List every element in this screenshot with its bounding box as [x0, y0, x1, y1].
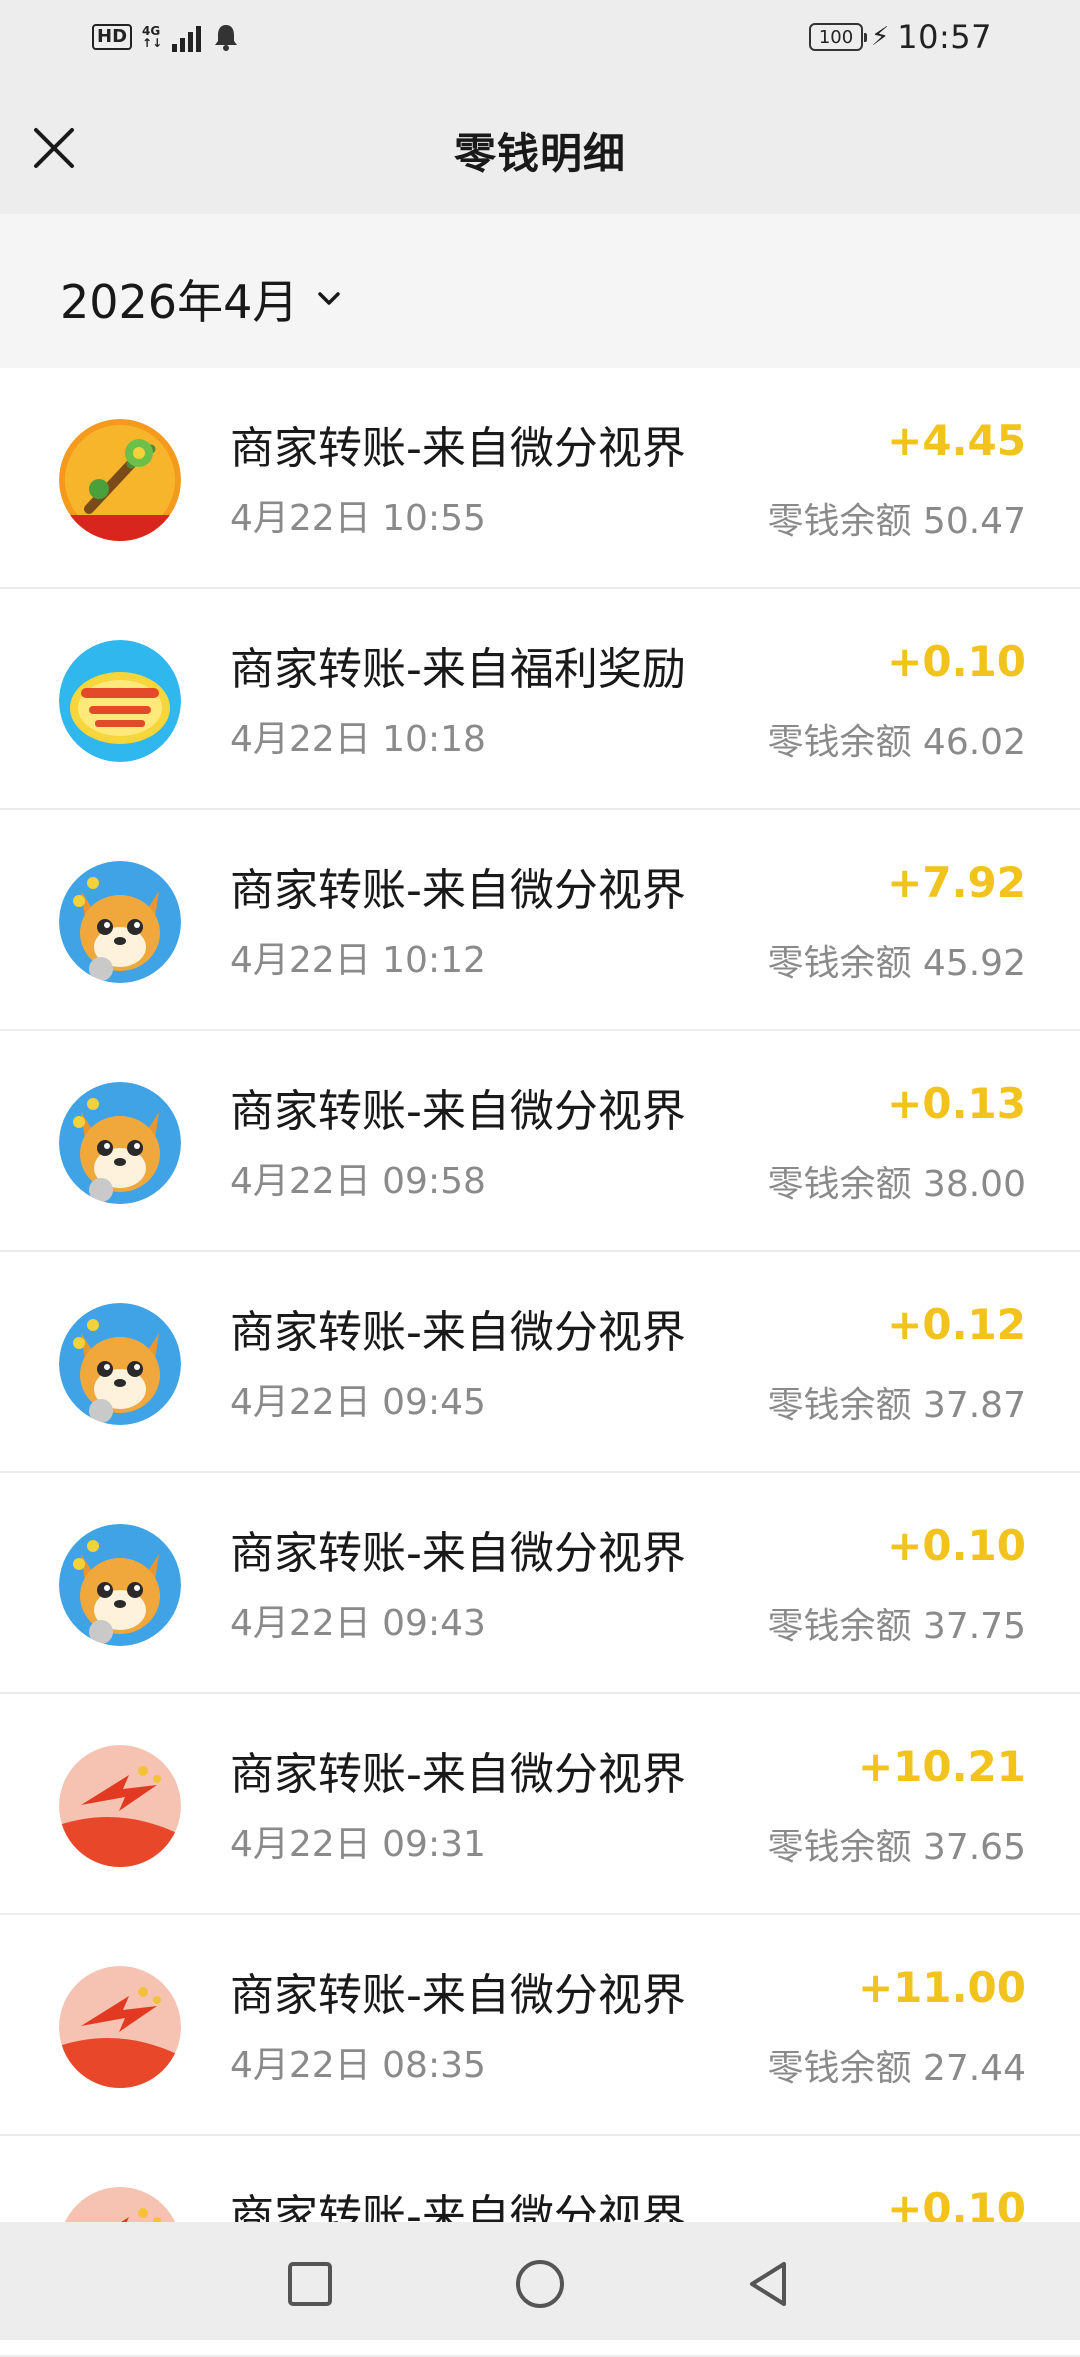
- system-navigation-bar: [0, 2222, 1080, 2340]
- hd-icon: HD: [92, 24, 133, 50]
- yilu-shunfeng-logo-icon: [59, 640, 181, 762]
- transaction-amount: +0.13: [887, 1079, 1026, 1128]
- transaction-balance: 零钱余额 38.00: [767, 1164, 1026, 1205]
- transaction-time: 4月22日 09:58: [230, 1161, 486, 1202]
- transaction-amount: +7.92: [887, 858, 1026, 907]
- transaction-list: 商家转账-来自微分视界 4月22日 10:55 +4.45 零钱余额 50.47…: [0, 368, 1080, 2357]
- transaction-balance: 零钱余额 46.02: [767, 722, 1026, 763]
- transaction-row[interactable]: 商家转账-来自微分视界 4月22日 09:43 +0.10 零钱余额 37.75: [0, 1473, 1080, 1694]
- transaction-balance: 零钱余额 50.47: [767, 501, 1026, 542]
- merchant-avatar: [59, 1082, 181, 1204]
- status-bar: HD 4G ↑↓ 100 ⚡ 10:57: [0, 0, 1080, 84]
- merchant-avatar: [59, 419, 181, 541]
- transaction-balance: 零钱余额 27.44: [767, 2048, 1026, 2089]
- status-icons-left: HD 4G ↑↓: [92, 22, 241, 52]
- triangle-back-icon[interactable]: [744, 2258, 796, 2310]
- transaction-time: 4月22日 10:18: [230, 719, 486, 760]
- notification-bell-icon: [215, 25, 238, 51]
- transaction-title: 商家转账-来自福利奖励: [230, 644, 686, 695]
- red-arrow-icon: [59, 1966, 181, 2088]
- red-arrow-icon: [59, 1745, 181, 1867]
- merchant-avatar: [59, 1745, 181, 1867]
- signal-icon: [172, 22, 202, 52]
- month-label: 2026年4月: [60, 275, 299, 329]
- shiba-dog-icon: [59, 1082, 181, 1204]
- transaction-amount: +0.10: [887, 637, 1026, 686]
- transaction-title: 商家转账-来自微分视界: [230, 1970, 686, 2021]
- merchant-avatar: [59, 640, 181, 762]
- transaction-title: 商家转账-来自微分视界: [230, 1749, 686, 1800]
- chevron-down-icon: [318, 292, 341, 305]
- transaction-time: 4月22日 10:55: [230, 498, 486, 539]
- merchant-avatar: [59, 1303, 181, 1425]
- transaction-time: 4月22日 10:12: [230, 940, 486, 981]
- transaction-title: 商家转账-来自微分视界: [230, 865, 686, 916]
- merchant-avatar: [59, 1966, 181, 2088]
- battery-icon: 100: [809, 23, 868, 51]
- transaction-balance: 零钱余额 37.65: [767, 1827, 1026, 1868]
- transaction-balance: 零钱余额 45.92: [767, 943, 1026, 984]
- transaction-row[interactable]: 商家转账-来自微分视界 4月22日 09:45 +0.12 零钱余额 37.87: [0, 1252, 1080, 1473]
- merchant-avatar: [59, 1524, 181, 1646]
- transaction-amount: +0.12: [887, 1300, 1026, 1349]
- shiba-dog-icon: [59, 1303, 181, 1425]
- transaction-row[interactable]: 商家转账-来自微分视界 4月22日 10:55 +4.45 零钱余额 50.47: [0, 368, 1080, 589]
- transaction-time: 4月22日 09:45: [230, 1382, 486, 1423]
- data-arrows-icon: ↑↓: [142, 36, 163, 50]
- transaction-balance: 零钱余额 37.87: [767, 1385, 1026, 1426]
- transaction-row[interactable]: 商家转账-来自微分视界 4月22日 08:35 +11.00 零钱余额 27.4…: [0, 1915, 1080, 2136]
- status-time: 10:57: [897, 18, 992, 56]
- transaction-amount: +11.00: [857, 1963, 1026, 2012]
- month-filter-section: 2026年4月: [0, 214, 1080, 368]
- transaction-time: 4月22日 09:43: [230, 1603, 486, 1644]
- navigation-bar: 零钱明细: [0, 84, 1080, 214]
- transaction-balance: 零钱余额 37.75: [767, 1606, 1026, 1647]
- battery-level: 100: [818, 26, 854, 48]
- transaction-title: 商家转账-来自微分视界: [230, 1528, 686, 1579]
- status-icons-right: 100 ⚡ 10:57: [809, 18, 992, 56]
- transaction-amount: +0.10: [887, 1521, 1026, 1570]
- page-title: 零钱明细: [453, 129, 626, 178]
- transaction-time: 4月22日 09:31: [230, 1824, 486, 1865]
- transaction-amount: +10.21: [857, 1742, 1026, 1791]
- circle-icon[interactable]: [514, 2258, 566, 2310]
- shiba-dog-icon: [59, 861, 181, 983]
- merchant-avatar: [59, 861, 181, 983]
- transaction-title: 商家转账-来自微分视界: [230, 423, 686, 474]
- orange-slingshot-icon: [59, 419, 181, 541]
- transaction-title: 商家转账-来自微分视界: [230, 1086, 686, 1137]
- transaction-amount: +4.45: [887, 416, 1026, 465]
- shiba-dog-icon: [59, 1524, 181, 1646]
- transaction-time: 4月22日 08:35: [230, 2045, 486, 2086]
- month-selector[interactable]: 2026年4月: [60, 266, 346, 332]
- transaction-row[interactable]: 商家转账-来自微分视界 4月22日 09:58 +0.13 零钱余额 38.00: [0, 1031, 1080, 1252]
- transaction-title: 商家转账-来自微分视界: [230, 1307, 686, 1358]
- transaction-row[interactable]: 商家转账-来自微分视界 4月22日 09:31 +10.21 零钱余额 37.6…: [0, 1694, 1080, 1915]
- transaction-row[interactable]: 商家转账-来自福利奖励 4月22日 10:18 +0.10 零钱余额 46.02: [0, 589, 1080, 810]
- square-icon[interactable]: [284, 2258, 336, 2310]
- network-type: 4G ↑↓: [142, 25, 162, 49]
- transaction-row[interactable]: 商家转账-来自微分视界 4月22日 10:12 +7.92 零钱余额 45.92: [0, 810, 1080, 1031]
- charging-icon: ⚡: [871, 22, 890, 52]
